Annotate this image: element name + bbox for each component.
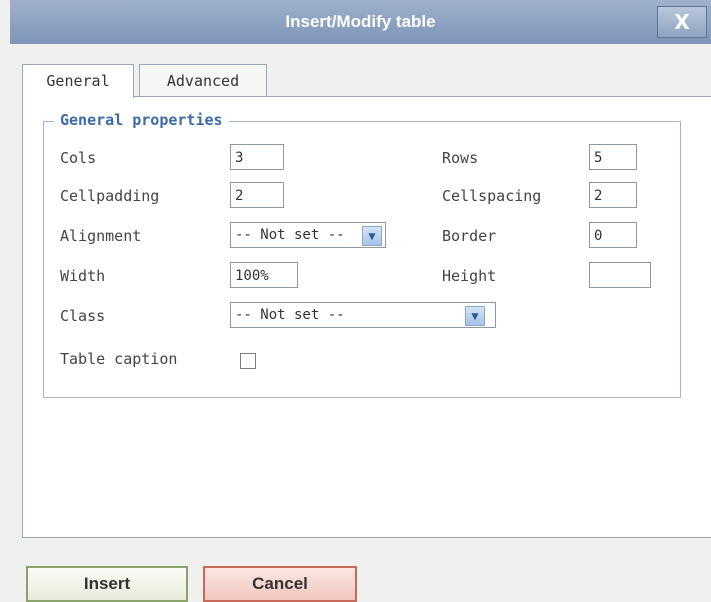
- width-label: Width: [60, 267, 106, 285]
- tab-general[interactable]: General: [22, 64, 134, 98]
- general-properties-fieldset: General properties Cols 3 Rows 5 Cellpad…: [43, 111, 681, 398]
- class-select[interactable]: -- Not set -- ▼: [230, 302, 496, 328]
- class-select-value: -- Not set --: [235, 307, 345, 323]
- cols-label: Cols: [60, 149, 97, 167]
- alignment-select-value: -- Not set --: [235, 227, 345, 243]
- cellpadding-label: Cellpadding: [60, 187, 160, 205]
- cellspacing-input[interactable]: 2: [589, 182, 637, 208]
- height-input[interactable]: [589, 262, 651, 288]
- rows-input[interactable]: 5: [589, 144, 637, 170]
- cellpadding-input[interactable]: 2: [230, 182, 284, 208]
- alignment-label: Alignment: [60, 227, 142, 245]
- tab-advanced[interactable]: Advanced: [139, 64, 267, 97]
- cancel-button[interactable]: Cancel: [203, 566, 357, 602]
- rows-label: Rows: [442, 149, 479, 167]
- border-label: Border: [442, 227, 497, 245]
- table-caption-checkbox[interactable]: [240, 353, 256, 369]
- dialog-title: Insert/Modify table: [285, 12, 436, 31]
- close-icon[interactable]: X: [657, 6, 707, 38]
- table-caption-label: Table caption: [60, 350, 178, 368]
- cols-input[interactable]: 3: [230, 144, 284, 170]
- height-label: Height: [442, 267, 497, 285]
- border-input[interactable]: 0: [589, 222, 637, 248]
- chevron-down-icon[interactable]: ▼: [362, 226, 382, 246]
- tab-panel: General properties Cols 3 Rows 5 Cellpad…: [22, 96, 711, 538]
- general-properties-legend: General properties: [54, 111, 229, 129]
- alignment-select[interactable]: -- Not set -- ▼: [230, 222, 386, 248]
- class-label: Class: [60, 307, 106, 325]
- cellspacing-label: Cellspacing: [442, 187, 542, 205]
- dialog-titlebar: Insert/Modify table X: [10, 0, 711, 44]
- chevron-down-icon[interactable]: ▼: [465, 306, 485, 326]
- insert-button[interactable]: Insert: [26, 566, 188, 602]
- width-input[interactable]: 100%: [230, 262, 298, 288]
